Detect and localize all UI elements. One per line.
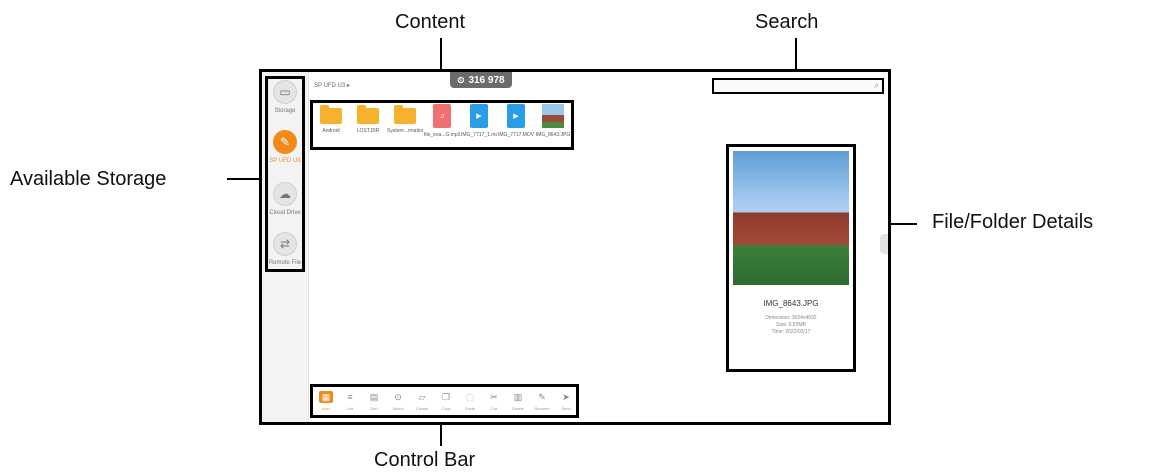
file-item[interactable]: IMG_8643.JPG — [535, 104, 571, 138]
video-file-icon: ▶ — [507, 104, 525, 128]
new-folder-icon: ▱ — [418, 392, 426, 402]
rename-button[interactable]: ✎ Rename — [531, 391, 553, 411]
search-callout: Search — [755, 11, 819, 33]
file-manager-screen: ▭ Storage ✎ SP UFD U3 ☁ Cloud Drive ⇄ Re… — [259, 69, 891, 425]
file-item[interactable]: ♫ file_exa...G.mp3 — [424, 104, 460, 138]
file-item[interactable]: LOST.DIR — [350, 104, 386, 134]
counter-value: 316 978 — [468, 74, 505, 86]
control-label: Icon — [322, 406, 330, 411]
cut-button[interactable]: ✂ Cut — [483, 391, 505, 411]
create-button[interactable]: ▱ Create — [411, 391, 433, 411]
control-label: Create — [415, 406, 428, 411]
delete-button[interactable]: ▥ Delete — [507, 391, 529, 411]
side-expand-handle[interactable] — [880, 234, 888, 254]
file-name: IMG_7717.MOV — [498, 132, 534, 138]
list-view-button[interactable]: ≡ List — [339, 391, 361, 411]
control-label: Rename — [534, 406, 550, 411]
file-item[interactable]: Android — [313, 104, 349, 134]
file-name: file_exa...G.mp3 — [424, 132, 460, 138]
edit-icon: ✎ — [538, 392, 546, 402]
control-bar-callout: Control Bar — [374, 449, 476, 471]
copy-icon: ❐ — [441, 392, 451, 402]
folder-icon — [394, 105, 416, 124]
folder-icon — [320, 105, 342, 124]
details-time: Time: 2022/02/17 — [771, 329, 811, 335]
paste-icon: ▢ — [465, 392, 475, 402]
control-label: Delete — [512, 406, 524, 411]
available-storage-callout: Available Storage — [10, 168, 167, 190]
send-button[interactable]: ➤ Send — [555, 391, 577, 411]
control-label: Sort — [370, 406, 378, 411]
control-label: List — [346, 406, 354, 411]
file-name: Android — [322, 128, 340, 134]
icon-view-button[interactable]: ▦ Icon — [315, 391, 337, 411]
sort-icon: ▤ — [369, 392, 379, 402]
available-storage-highlight — [265, 76, 305, 272]
file-name: IMG_7717_1.mov — [461, 132, 497, 138]
storage-leader-line — [227, 178, 261, 180]
file-details-panel: IMG_8643.JPG Dimension: 3024x4032 Size: … — [726, 144, 856, 372]
control-label: Select — [392, 406, 404, 411]
folder-icon — [357, 105, 379, 124]
details-size: Size: 5.55MB — [776, 322, 806, 328]
send-icon: ➤ — [562, 392, 570, 402]
image-preview — [733, 151, 849, 285]
search-input[interactable]: ⌕ — [712, 78, 884, 94]
breadcrumb[interactable]: SP UFD U3 ▸ — [314, 82, 350, 89]
list-icon: ≡ — [347, 392, 353, 402]
file-name: System...rmation — [387, 128, 423, 134]
paste-button[interactable]: ▢ Paste — [459, 391, 481, 411]
control-label: Paste — [464, 406, 476, 411]
timer-icon: ⏲ — [457, 74, 465, 85]
music-file-icon: ♫ — [433, 104, 451, 128]
sort-button[interactable]: ▤ Sort — [363, 391, 385, 411]
file-name: LOST.DIR — [356, 128, 380, 134]
control-label: Copy — [441, 406, 451, 411]
details-callout: File/Folder Details — [932, 211, 1094, 233]
file-item[interactable]: ▶ IMG_7717_1.mov — [461, 104, 497, 138]
image-thumbnail — [542, 104, 564, 128]
copy-button[interactable]: ❐ Copy — [435, 391, 457, 411]
trash-icon: ▥ — [513, 392, 523, 402]
control-label: Send — [561, 406, 571, 411]
content-callout: Content — [395, 11, 466, 33]
search-icon[interactable]: ⌕ — [874, 80, 879, 91]
cut-icon: ✂ — [490, 392, 498, 402]
details-dimension: Dimension: 3024x4032 — [765, 315, 817, 321]
select-button[interactable]: ⊙ Select — [387, 391, 409, 411]
video-file-icon: ▶ — [470, 104, 488, 128]
file-name: IMG_8643.JPG — [535, 132, 571, 138]
control-bar: ▦ Icon ≡ List ▤ Sort ⊙ Select ▱ Create ❐ Copy … — [310, 384, 579, 418]
file-item[interactable]: System...rmation — [387, 104, 423, 134]
grid-icon: ▦ — [319, 391, 333, 403]
file-item[interactable]: ▶ IMG_7717.MOV — [498, 104, 534, 138]
counter-badge: ⏲ 316 978 — [450, 72, 512, 88]
check-circle-icon: ⊙ — [394, 392, 402, 402]
details-file-name: IMG_8643.JPG — [763, 299, 819, 308]
control-label: Cut — [490, 406, 498, 411]
